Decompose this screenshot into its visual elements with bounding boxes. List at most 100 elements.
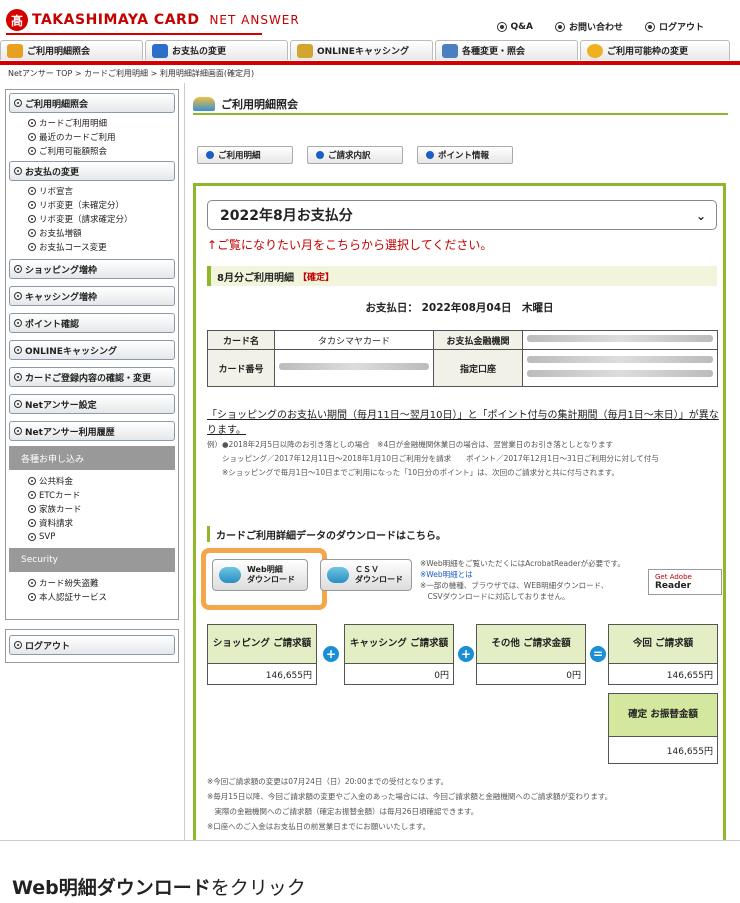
- arrow-circle-icon: [28, 133, 36, 141]
- download-icon: [219, 567, 241, 583]
- equals-icon: =: [590, 646, 606, 662]
- card-name-label: カード名: [207, 330, 275, 350]
- summary-total: 今回 ご請求額 146,655円: [608, 624, 718, 685]
- tab-settings-change[interactable]: 各種変更・照会: [435, 40, 578, 60]
- contact-link[interactable]: お問い合わせ: [554, 20, 623, 33]
- web-statement-link[interactable]: ※Web明細とは: [420, 569, 650, 580]
- sidebar-item-netanswer-settings[interactable]: Netアンサー設定: [9, 394, 175, 414]
- bullet-icon: [426, 151, 434, 159]
- period-notice: 「ショッピングのお支払い期間（毎月11日～翌月10日）」と「ポイント付与の集計期…: [207, 410, 719, 436]
- sidebar-subitem[interactable]: ETCカード: [6, 488, 178, 502]
- left-sidebar: ご利用明細照会 カードご利用明細 最近のカードご利用 ご利用可能額照会 お支払の…: [0, 83, 185, 840]
- logo-text: TAKASHIMAYA CARD: [32, 12, 200, 28]
- tab-credit-limit[interactable]: ご利用可能枠の変更: [580, 40, 730, 60]
- month-select[interactable]: 2022年8月お支払分 ⌄: [207, 200, 717, 230]
- sidebar-subitem[interactable]: 資料請求: [6, 516, 178, 530]
- arrow-circle-icon: [28, 533, 36, 541]
- subtab-billing-breakdown[interactable]: ご請求内訳: [307, 146, 403, 164]
- summary-other: その他 ご請求金額 0円: [476, 624, 586, 685]
- sidebar-subitem[interactable]: 家族カード: [6, 502, 178, 516]
- instruction-caption: Web明細ダウンロードをクリック: [12, 877, 306, 899]
- sidebar-item-statement[interactable]: ご利用明細照会: [9, 93, 175, 113]
- month-hint: ↑ご覧になりたい月をこちらから選択してください。: [207, 238, 493, 252]
- sidebar-item-history[interactable]: Netアンサー利用履歴: [9, 421, 175, 441]
- statement-icon: [7, 43, 23, 58]
- sidebar-logout-button[interactable]: ログアウト: [9, 635, 175, 655]
- arrow-circle-icon: [14, 292, 22, 300]
- section-applications: 各種お申し込み: [9, 446, 175, 470]
- main-content: ご利用明細照会 ご利用明細 ご請求内訳 ポイント情報 2022年8月お支払分 ⌄ …: [185, 83, 740, 840]
- qa-link[interactable]: Q&A: [496, 20, 533, 33]
- logout-link[interactable]: ログアウト: [644, 20, 704, 33]
- subtab-statement[interactable]: ご利用明細: [197, 146, 293, 164]
- arrow-circle-icon: [28, 519, 36, 527]
- sidebar-item-shopping-limit[interactable]: ショッピング増枠: [9, 259, 175, 279]
- plus-icon: +: [323, 646, 339, 662]
- arrow-circle-icon: [28, 119, 36, 127]
- sidebar-subitem[interactable]: SVP: [6, 530, 178, 544]
- arrow-circle-icon: [28, 229, 36, 237]
- logo-subtitle: NET ANSWER: [209, 13, 300, 27]
- sidebar-subitem[interactable]: ご利用可能額照会: [6, 144, 178, 158]
- account-label: 指定口座: [433, 349, 523, 387]
- radio-dot-icon: [554, 21, 565, 32]
- sidebar-subitem[interactable]: お支払増額: [6, 226, 178, 240]
- page-title: ご利用明細照会: [193, 95, 728, 115]
- sidebar-item-online-cashing[interactable]: ONLINEキャッシング: [9, 340, 175, 360]
- sidebar-subitem[interactable]: カード紛失盗難: [6, 576, 178, 590]
- arrow-circle-icon: [14, 265, 22, 273]
- web-statement-download-button[interactable]: Web明細 ダウンロード: [212, 559, 308, 591]
- header-red-bar: [0, 61, 740, 65]
- sidebar-subitem[interactable]: 公共料金: [6, 474, 178, 488]
- subtab-points[interactable]: ポイント情報: [417, 146, 513, 164]
- sidebar-subitem[interactable]: カードご利用明細: [6, 116, 178, 130]
- pencil-icon: [442, 43, 458, 58]
- arrow-circle-icon: [28, 491, 36, 499]
- adobe-reader-badge[interactable]: Get Adobe Reader: [648, 569, 722, 595]
- download-icon: [327, 567, 349, 583]
- account-value-redacted: [522, 349, 718, 387]
- tab-payment-change[interactable]: お支払の変更: [145, 40, 288, 60]
- download-notes: ※Web明細をご覧いただくにはAcrobatReaderが必要です。 ※Web明…: [420, 558, 650, 602]
- tab-online-cashing[interactable]: ONLINEキャッシング: [290, 40, 433, 60]
- section-heading: 8月分ご利用明細 【確定】: [207, 266, 717, 286]
- footnotes: ※今回ご請求額の変更は07月24日（日）20:00までの受付となります。 ※毎月…: [207, 777, 613, 831]
- sidebar-subitem[interactable]: リボ変更（未確定分）: [6, 198, 178, 212]
- arrow-circle-icon: [28, 147, 36, 155]
- sidebar-item-points[interactable]: ポイント確認: [9, 313, 175, 333]
- sidebar-subitem[interactable]: リボ宣言: [6, 184, 178, 198]
- sidebar-item-cashing-limit[interactable]: キャッシング増枠: [9, 286, 175, 306]
- top-links: Q&A お問い合わせ ログアウト: [496, 20, 704, 33]
- arrow-circle-icon: [14, 319, 22, 327]
- summary-shopping: ショッピング ご請求額 146,655円: [207, 624, 317, 685]
- bullet-icon: [206, 151, 214, 159]
- sidebar-logout-box: ログアウト: [5, 629, 179, 663]
- sidebar-item-registration[interactable]: カードご登録内容の確認・変更: [9, 367, 175, 387]
- logo-underline: [6, 33, 262, 35]
- tab-statement[interactable]: ご利用明細照会: [0, 40, 143, 60]
- radio-dot-icon: [496, 21, 507, 32]
- arrow-circle-icon: [28, 477, 36, 485]
- plus-icon: +: [458, 646, 474, 662]
- site-logo[interactable]: 髙 TAKASHIMAYA CARD NET ANSWER: [6, 9, 300, 31]
- card-number-label: カード番号: [207, 349, 275, 387]
- chevron-down-icon: ⌄: [695, 209, 706, 223]
- sidebar-subitem[interactable]: リボ変更（請求確定分）: [6, 212, 178, 226]
- arrow-circle-icon: [14, 427, 22, 435]
- sidebar-subitem[interactable]: 本人認証サービス: [6, 590, 178, 604]
- csv-download-button[interactable]: ＣＳＶ ダウンロード: [320, 559, 412, 591]
- arrow-circle-icon: [14, 641, 22, 649]
- arrow-circle-icon: [28, 593, 36, 601]
- arrow-circle-icon: [28, 579, 36, 587]
- statement-icon: [193, 97, 215, 111]
- arrow-circle-icon: [28, 505, 36, 513]
- arrow-circle-icon: [14, 373, 22, 381]
- breadcrumb: Netアンサー TOP > カードご利用明細 > 利用明細詳細画面(確定月): [8, 69, 255, 78]
- sidebar-subitem[interactable]: お支払コース変更: [6, 240, 178, 254]
- main-tabs: ご利用明細照会 お支払の変更 ONLINEキャッシング 各種変更・照会 ご利用可…: [0, 40, 740, 62]
- arrow-circle-icon: [14, 167, 22, 175]
- arrow-circle-icon: [14, 99, 22, 107]
- sidebar-item-payment-change[interactable]: お支払の変更: [9, 161, 175, 181]
- section-security: Security: [9, 548, 175, 572]
- sidebar-subitem[interactable]: 最近のカードご利用: [6, 130, 178, 144]
